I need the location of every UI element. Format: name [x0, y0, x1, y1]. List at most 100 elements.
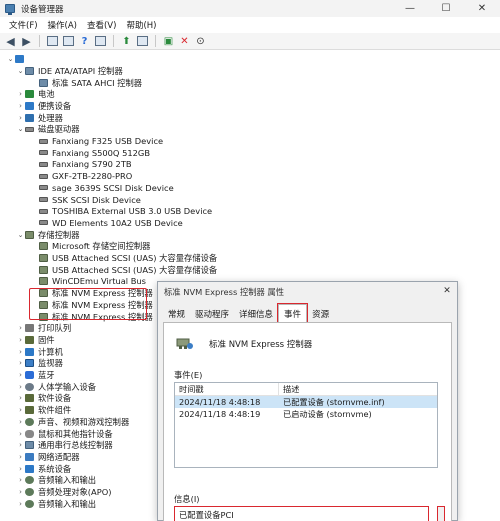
close-button[interactable]: ✕: [464, 0, 500, 17]
tab-events[interactable]: 事件: [277, 303, 309, 323]
chevron-right-icon[interactable]: ›: [16, 371, 25, 379]
chevron-right-icon[interactable]: ›: [16, 500, 25, 508]
chevron-right-icon[interactable]: ›: [16, 453, 25, 461]
tree-category[interactable]: › 便携设备: [16, 100, 71, 112]
chevron-down-icon[interactable]: ⌄: [16, 125, 25, 133]
tree-device[interactable]: SSK SCSI Disk Device: [30, 194, 141, 206]
show-hide-console-tree-icon[interactable]: [45, 34, 60, 48]
tree-category[interactable]: › 软件设备: [16, 393, 71, 405]
tree-category[interactable]: › 音频输入和输出: [16, 498, 96, 510]
tree-category[interactable]: › 音频处理对象(APO): [16, 486, 111, 498]
menu-view[interactable]: 查看(V): [82, 19, 121, 31]
add-driver-icon[interactable]: ▣: [161, 34, 176, 48]
tree-device[interactable]: Fanxiang S500Q 512GB: [30, 147, 150, 159]
device-icon: [25, 441, 34, 450]
action-pane-icon[interactable]: [93, 34, 108, 48]
chevron-right-icon[interactable]: ›: [16, 348, 25, 356]
tree-category[interactable]: › 电池: [16, 88, 55, 100]
tree-category[interactable]: › 网络适配器: [16, 451, 79, 463]
menu-file[interactable]: 文件(F): [4, 19, 43, 31]
events-table[interactable]: 时间戳 描述 2024/11/18 4:48:18 已配置设备 (stornvm…: [174, 382, 438, 468]
chevron-right-icon[interactable]: ›: [16, 90, 25, 98]
device-icon: [25, 382, 34, 391]
chevron-right-icon[interactable]: ›: [16, 441, 25, 449]
tree-category[interactable]: › 软件组件: [16, 404, 71, 416]
tree-item-label: 软件组件: [38, 405, 72, 416]
scan-hardware-icon[interactable]: [135, 34, 150, 48]
event-description: 已配置设备 (stornvme.inf): [283, 397, 385, 407]
tree-device[interactable]: WD Elements 10A2 USB Device: [30, 217, 183, 229]
chevron-right-icon[interactable]: ›: [16, 102, 25, 110]
tree-item-label: 存储控制器: [38, 229, 80, 240]
menu-action[interactable]: 操作(A): [43, 19, 82, 31]
tree-item-label: 处理器: [38, 112, 63, 123]
tree-category[interactable]: › 打印队列: [16, 322, 71, 334]
tab-details[interactable]: 详细信息: [234, 306, 278, 322]
device-icon: [25, 371, 34, 380]
menu-help[interactable]: 帮助(H): [121, 19, 161, 31]
info-textbox[interactable]: 已配置设备PCI: [174, 506, 429, 521]
tab-general[interactable]: 常规: [163, 306, 190, 322]
chevron-right-icon[interactable]: ›: [16, 383, 25, 391]
tree-category[interactable]: › 处理器: [16, 112, 63, 124]
chevron-down-icon[interactable]: ⌄: [6, 55, 15, 63]
chevron-right-icon[interactable]: ›: [16, 465, 25, 473]
chevron-right-icon[interactable]: ›: [16, 324, 25, 332]
tree-root[interactable]: ⌄: [6, 53, 28, 65]
maximize-button[interactable]: ☐: [428, 0, 464, 17]
tab-driver[interactable]: 驱动程序: [190, 306, 234, 322]
chevron-right-icon[interactable]: ›: [16, 476, 25, 484]
chevron-down-icon[interactable]: ⌄: [16, 67, 25, 75]
tree-category[interactable]: ⌄ 磁盘驱动器: [16, 124, 80, 136]
info-scrollbar[interactable]: [437, 506, 445, 521]
tree-category[interactable]: › 蓝牙: [16, 369, 55, 381]
tree-category[interactable]: ⌄ IDE ATA/ATAPI 控制器: [16, 65, 123, 77]
device-name: 标准 NVM Express 控制器: [209, 340, 313, 350]
tab-resources[interactable]: 资源: [307, 306, 334, 322]
tree-device[interactable]: sage 3639S SCSI Disk Device: [30, 182, 174, 194]
tree-category[interactable]: › 通用串行总线控制器: [16, 439, 113, 451]
tree-device[interactable]: TOSHIBA External USB 3.0 USB Device: [30, 205, 212, 217]
column-header-description[interactable]: 描述: [279, 383, 299, 395]
chevron-right-icon[interactable]: ›: [16, 488, 25, 496]
tree-category[interactable]: › 计算机: [16, 346, 63, 358]
update-driver-icon[interactable]: ⬆: [119, 34, 134, 48]
tree-device[interactable]: Microsoft 存储空间控制器: [30, 241, 150, 253]
column-header-timestamp[interactable]: 时间戳: [175, 382, 279, 396]
chevron-right-icon[interactable]: ›: [16, 406, 25, 414]
chevron-right-icon[interactable]: ›: [16, 114, 25, 122]
chevron-right-icon[interactable]: ›: [16, 394, 25, 402]
tree-category[interactable]: › 音频输入和输出: [16, 475, 96, 487]
table-row[interactable]: 2024/11/18 4:48:19 已启动设备 (stornvme): [175, 408, 437, 420]
dialog-close-button[interactable]: ✕: [441, 285, 453, 297]
tree-device[interactable]: GXF-2TB-2280-PRO: [30, 170, 132, 182]
chevron-right-icon[interactable]: ›: [16, 430, 25, 438]
tree-device[interactable]: Fanxiang F325 USB Device: [30, 135, 163, 147]
device-icon: [25, 499, 34, 508]
chevron-right-icon[interactable]: ›: [16, 336, 25, 344]
tree-category[interactable]: › 系统设备: [16, 463, 71, 475]
tree-category[interactable]: ⌄ 存储控制器: [16, 229, 80, 241]
minimize-button[interactable]: —: [392, 0, 428, 17]
download-icon[interactable]: ⊙: [193, 34, 208, 48]
help-icon[interactable]: ?: [77, 34, 92, 48]
forward-arrow-icon[interactable]: ▶: [19, 34, 34, 48]
tree-device[interactable]: Fanxiang S790 2TB: [30, 159, 132, 171]
tree-device[interactable]: USB Attached SCSI (UAS) 大容量存储设备: [30, 264, 217, 276]
tree-device[interactable]: 标准 SATA AHCI 控制器: [30, 77, 142, 89]
tree-category[interactable]: › 固件: [16, 334, 55, 346]
tree-category[interactable]: › 鼠标和其他指针设备: [16, 428, 113, 440]
tree-device[interactable]: USB Attached SCSI (UAS) 大容量存储设备: [30, 252, 217, 264]
back-arrow-icon[interactable]: ◀: [3, 34, 18, 48]
tree-category[interactable]: › 监视器: [16, 358, 63, 370]
tree-category[interactable]: › 声音、视频和游戏控制器: [16, 416, 129, 428]
chevron-right-icon[interactable]: ›: [16, 359, 25, 367]
chevron-right-icon[interactable]: ›: [16, 418, 25, 426]
tree-item-label: 打印队列: [38, 323, 72, 334]
tree-category[interactable]: › 人体学输入设备: [16, 381, 96, 393]
properties-icon[interactable]: [61, 34, 76, 48]
table-row[interactable]: 2024/11/18 4:48:18 已配置设备 (stornvme.inf): [175, 396, 437, 408]
tree-device[interactable]: WinCDEmu Virtual Bus: [30, 276, 146, 288]
uninstall-device-icon[interactable]: ✕: [177, 34, 192, 48]
chevron-down-icon[interactable]: ⌄: [16, 231, 25, 239]
